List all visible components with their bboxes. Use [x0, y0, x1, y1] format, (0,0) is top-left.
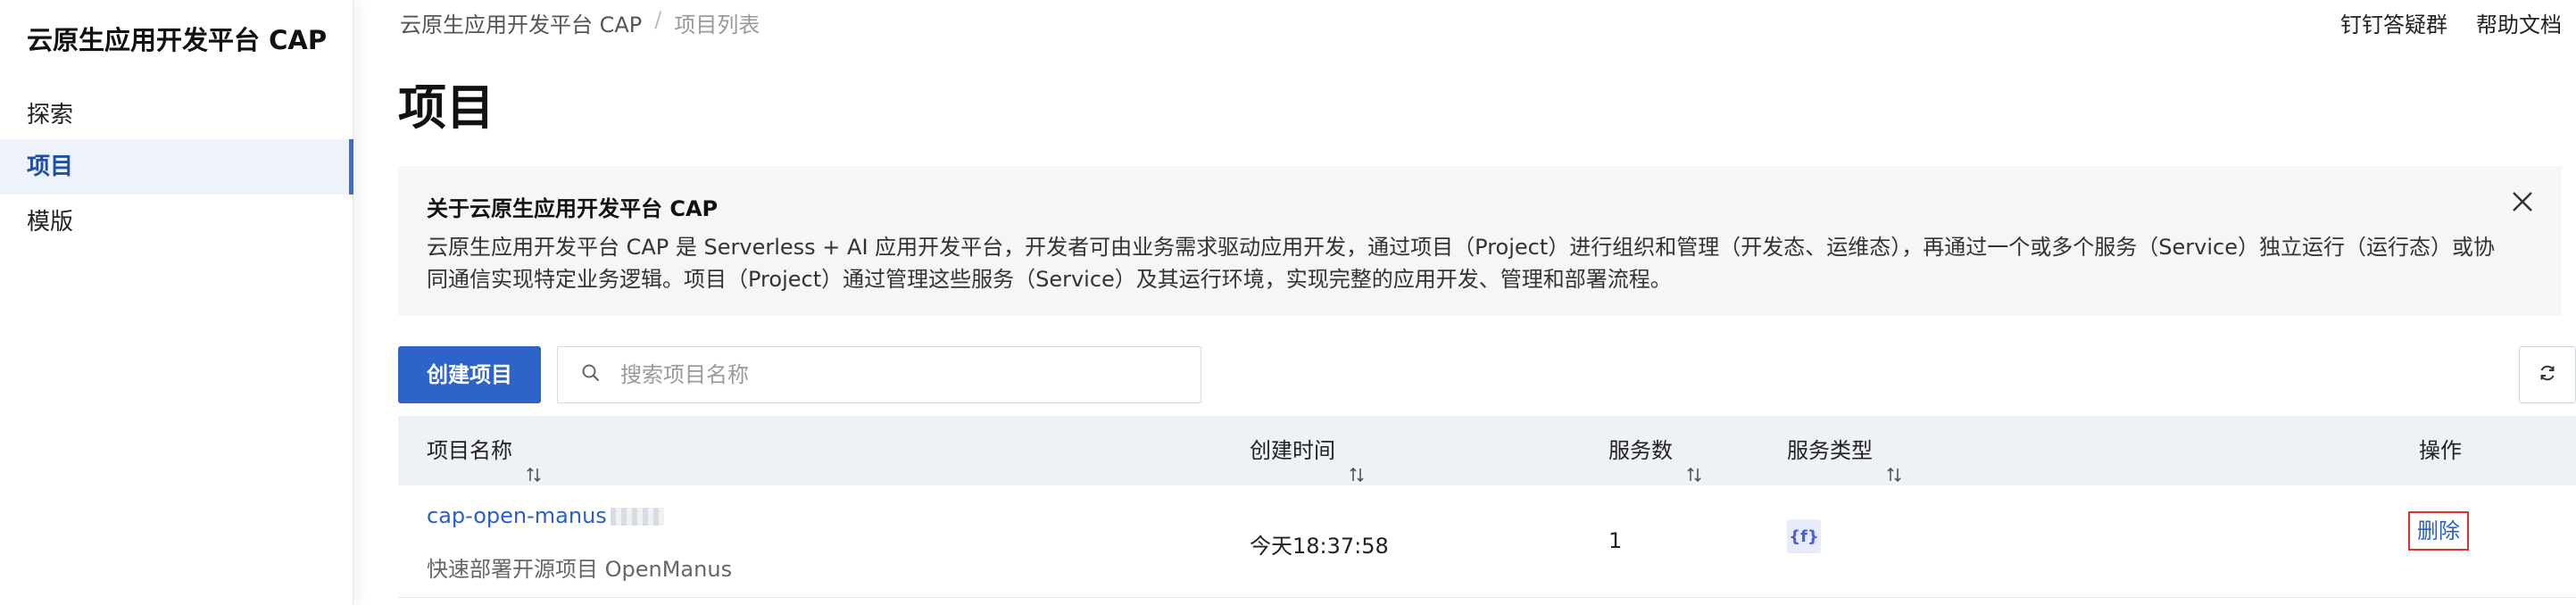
service-count: 1: [1608, 528, 1623, 553]
table-header: 项目名称 创建时间 服务数 服务类型 操作: [398, 416, 2576, 485]
service-type-cell: {f}: [1787, 519, 1821, 553]
dingtalk-group-link[interactable]: 钉钉答疑群: [2340, 7, 2447, 38]
project-name-cell: cap-open-manus: [427, 503, 664, 528]
search-field[interactable]: [557, 346, 1201, 403]
created-time: 今天18:37:58: [1250, 534, 1389, 559]
table-row: cap-open-manus 快速部署开源项目 OpenManus 今天18:3…: [398, 485, 2576, 598]
refresh-button[interactable]: [2519, 346, 2576, 403]
column-label: 操作: [2419, 438, 2462, 463]
close-icon[interactable]: [2510, 189, 2535, 214]
breadcrumb: 云原生应用开发平台 CAP / 项目列表: [400, 7, 760, 38]
app-root: 云原生应用开发平台 CAP 探索 项目 模版 云原生应用开发平台 CAP / 项…: [0, 0, 2576, 605]
redacted-suffix: [610, 508, 664, 526]
page-title: 项目: [398, 79, 494, 136]
sidebar: 云原生应用开发平台 CAP 探索 项目 模版: [0, 0, 353, 605]
help-docs-link[interactable]: 帮助文档: [2476, 7, 2562, 38]
create-project-button[interactable]: 创建项目: [398, 346, 541, 403]
column-header-service-type[interactable]: 服务类型: [1787, 416, 1903, 485]
delete-button[interactable]: 删除: [2408, 511, 2469, 551]
project-description: 快速部署开源项目 OpenManus: [427, 557, 733, 582]
sort-icon[interactable]: [1348, 442, 1366, 483]
column-header-service-count[interactable]: 服务数: [1608, 416, 1703, 485]
search-input[interactable]: [620, 362, 1192, 387]
sort-icon[interactable]: [1685, 442, 1703, 483]
project-name-link[interactable]: cap-open-manus: [427, 503, 607, 528]
brand-title: 云原生应用开发平台 CAP: [27, 25, 328, 55]
breadcrumb-current: 项目列表: [674, 12, 760, 37]
sidebar-item-explore[interactable]: 探索: [0, 87, 353, 143]
column-label: 服务数: [1608, 438, 1673, 463]
breadcrumb-separator: /: [654, 7, 662, 32]
column-header-created[interactable]: 创建时间: [1250, 416, 1366, 485]
notice-title: 关于云原生应用开发平台 CAP: [427, 196, 719, 221]
column-label: 创建时间: [1250, 438, 1335, 463]
breadcrumb-root[interactable]: 云原生应用开发平台 CAP: [400, 7, 642, 38]
search-icon: [581, 363, 601, 386]
top-links: 钉钉答疑群 帮助文档: [2340, 7, 2562, 38]
sidebar-item-projects[interactable]: 项目: [0, 139, 353, 195]
sort-icon[interactable]: [525, 442, 543, 483]
sort-icon[interactable]: [1885, 442, 1903, 483]
column-header-name[interactable]: 项目名称: [427, 416, 543, 485]
info-notice: 关于云原生应用开发平台 CAP 云原生应用开发平台 CAP 是 Serverle…: [398, 166, 2562, 316]
column-label: 服务类型: [1787, 438, 1873, 463]
column-header-actions: 操作: [2419, 416, 2462, 485]
actions-cell: 删除: [2408, 511, 2469, 551]
notice-body: 云原生应用开发平台 CAP 是 Serverless + AI 应用开发平台，开…: [427, 235, 2495, 292]
sidebar-item-templates[interactable]: 模版: [0, 195, 353, 250]
refresh-icon: [2537, 362, 2558, 387]
column-label: 项目名称: [427, 438, 512, 463]
function-icon: {f}: [1787, 519, 1821, 553]
main-content: 云原生应用开发平台 CAP / 项目列表 钉钉答疑群 帮助文档 项目 关于云原生…: [353, 0, 2576, 605]
